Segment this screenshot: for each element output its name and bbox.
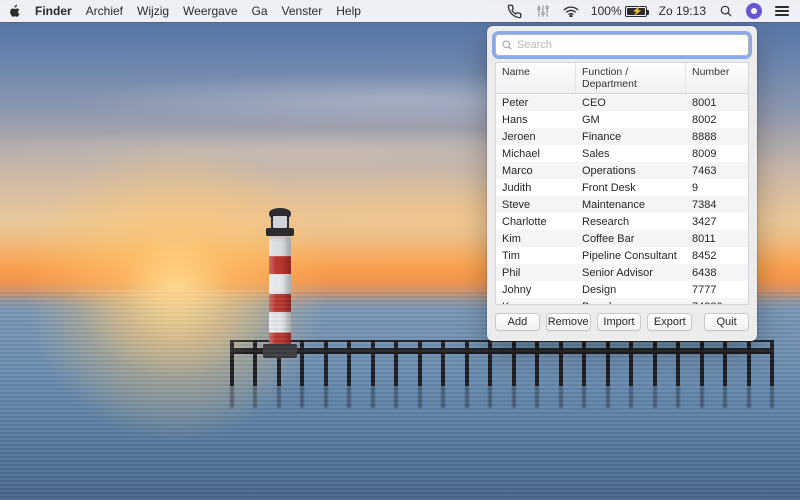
quit-button[interactable]: Quit — [704, 313, 749, 331]
notification-center-icon[interactable] — [774, 3, 790, 19]
battery-status[interactable]: 100% ⚡ — [591, 4, 647, 18]
cell-name: Marco — [496, 162, 576, 179]
menubar-clock[interactable]: Zo 19:13 — [659, 0, 706, 22]
cell-dept: GM — [576, 111, 686, 128]
add-button[interactable]: Add — [495, 313, 540, 331]
menubar-item-weergave[interactable]: Weergave — [183, 0, 237, 22]
cell-dept: Coffee Bar — [576, 230, 686, 247]
table-row[interactable]: KimCoffee Bar8011 — [496, 230, 748, 247]
menubar-item-help[interactable]: Help — [336, 0, 361, 22]
table-row[interactable]: CharlotteResearch3427 — [496, 213, 748, 230]
battery-icon: ⚡ — [625, 6, 647, 17]
table-row[interactable]: TimPipeline Consultant8452 — [496, 247, 748, 264]
menubar-app-name[interactable]: Finder — [35, 0, 72, 22]
cell-dept: Maintenance — [576, 196, 686, 213]
cell-name: Charlotte — [496, 213, 576, 230]
spotlight-search-icon[interactable] — [718, 3, 734, 19]
pier-illustration — [230, 340, 770, 410]
cell-number: 9 — [686, 179, 748, 196]
phone-menulet-icon[interactable] — [507, 3, 523, 19]
menubar-item-archief[interactable]: Archief — [86, 0, 123, 22]
table-row[interactable]: PeterCEO8001 — [496, 94, 748, 111]
search-field-wrapper[interactable] — [495, 34, 749, 56]
cell-dept: Board — [576, 298, 686, 305]
cell-name: Judith — [496, 179, 576, 196]
column-header-name[interactable]: Name — [496, 63, 576, 93]
table-row[interactable]: HansGM8002 — [496, 111, 748, 128]
table-row[interactable]: MarcoOperations7463 — [496, 162, 748, 179]
cell-number: 74380 — [686, 298, 748, 305]
cell-number: 8001 — [686, 94, 748, 111]
column-header-dept[interactable]: Function / Department — [576, 63, 686, 93]
table-header: Name Function / Department Number — [496, 63, 748, 94]
button-row: Add Remove Import Export Quit — [495, 313, 749, 331]
cell-number: 6438 — [686, 264, 748, 281]
cell-name: Michael — [496, 145, 576, 162]
table-row[interactable]: PhilSenior Advisor6438 — [496, 264, 748, 281]
table-row[interactable]: SteveMaintenance7384 — [496, 196, 748, 213]
cell-dept: Senior Advisor — [576, 264, 686, 281]
cell-number: 8002 — [686, 111, 748, 128]
cell-number: 7384 — [686, 196, 748, 213]
menubar-item-wijzig[interactable]: Wijzig — [137, 0, 169, 22]
menubar: Finder Archief Wijzig Weergave Ga Venster Hel… — [0, 0, 800, 22]
cell-number: 7463 — [686, 162, 748, 179]
cell-number: 8009 — [686, 145, 748, 162]
table-row[interactable]: JohnyDesign7777 — [496, 281, 748, 298]
cell-number: 7777 — [686, 281, 748, 298]
cell-dept: Sales — [576, 145, 686, 162]
cell-dept: Pipeline Consultant — [576, 247, 686, 264]
export-button[interactable]: Export — [647, 313, 692, 331]
import-button[interactable]: Import — [597, 313, 642, 331]
settings-sliders-icon[interactable] — [535, 3, 551, 19]
cell-number: 8452 — [686, 247, 748, 264]
table-row[interactable]: MichaelSales8009 — [496, 145, 748, 162]
directory-popover: Name Function / Department Number PeterC… — [487, 26, 757, 341]
remove-button[interactable]: Remove — [546, 313, 591, 331]
lighthouse-illustration — [263, 208, 297, 358]
cell-name: Hans — [496, 111, 576, 128]
cell-dept: Finance — [576, 128, 686, 145]
cell-dept: CEO — [576, 94, 686, 111]
cell-name: Kim — [496, 230, 576, 247]
cell-number: 8011 — [686, 230, 748, 247]
wifi-icon[interactable] — [563, 3, 579, 19]
contacts-table: Name Function / Department Number PeterC… — [495, 62, 749, 305]
menubar-item-venster[interactable]: Venster — [282, 0, 323, 22]
cell-name: Koen — [496, 298, 576, 305]
apple-logo-icon[interactable] — [8, 4, 21, 18]
cell-name: Peter — [496, 94, 576, 111]
siri-icon[interactable] — [746, 3, 762, 19]
cell-dept: Research — [576, 213, 686, 230]
cell-dept: Front Desk — [576, 179, 686, 196]
desktop-wallpaper: Finder Archief Wijzig Weergave Ga Venster Hel… — [0, 0, 800, 500]
cell-name: Jeroen — [496, 128, 576, 145]
menubar-item-ga[interactable]: Ga — [252, 0, 268, 22]
cell-number: 8888 — [686, 128, 748, 145]
cell-name: Steve — [496, 196, 576, 213]
cell-number: 3427 — [686, 213, 748, 230]
table-row[interactable]: JudithFront Desk9 — [496, 179, 748, 196]
cell-dept: Operations — [576, 162, 686, 179]
search-icon — [501, 39, 513, 51]
battery-percentage-label: 100% — [591, 4, 622, 18]
cell-dept: Design — [576, 281, 686, 298]
search-input[interactable] — [517, 39, 743, 51]
cell-name: Johny — [496, 281, 576, 298]
cell-name: Phil — [496, 264, 576, 281]
table-row[interactable]: KoenBoard74380 — [496, 298, 748, 305]
column-header-number[interactable]: Number — [686, 63, 748, 93]
table-row[interactable]: JeroenFinance8888 — [496, 128, 748, 145]
cell-name: Tim — [496, 247, 576, 264]
